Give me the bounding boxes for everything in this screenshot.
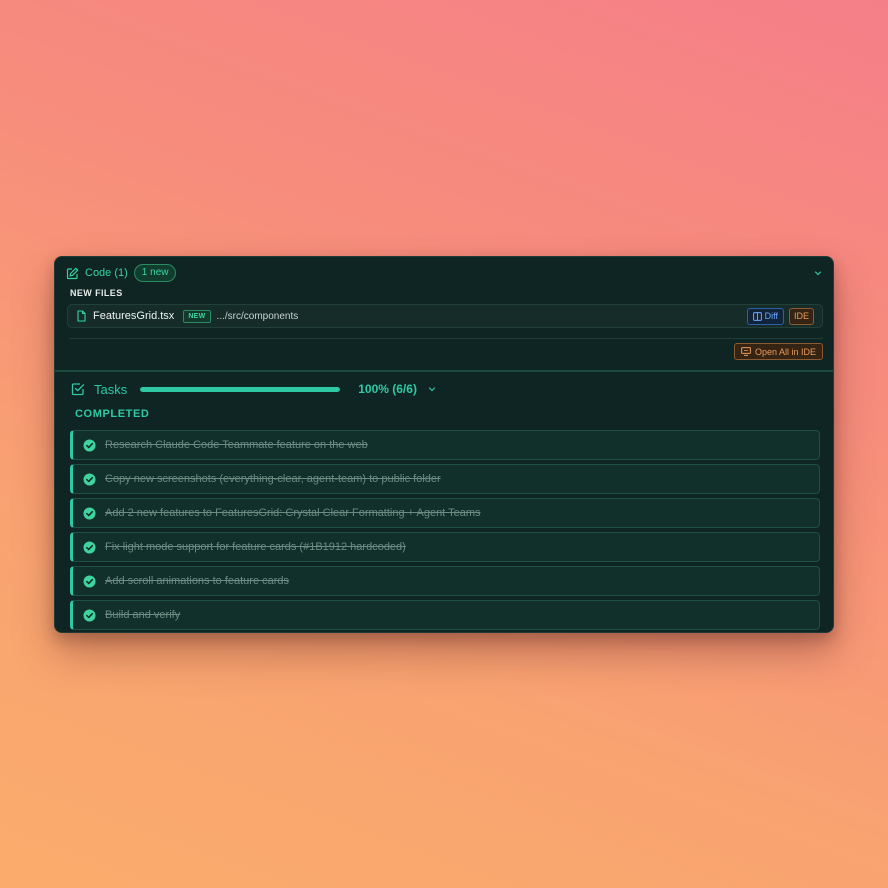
tasks-progress-fill <box>140 386 341 392</box>
task-item[interactable]: Copy new screenshots (everything-clear, … <box>70 464 820 494</box>
check-circle-icon <box>83 507 96 520</box>
file-row[interactable]: FeaturesGrid.tsx NEW .../src/components … <box>67 304 823 328</box>
tasks-progress-bar <box>140 386 341 392</box>
divider <box>69 338 823 339</box>
task-item[interactable]: Add scroll animations to feature cards <box>70 566 820 596</box>
new-count-badge: 1 new <box>133 264 177 282</box>
check-circle-icon <box>83 575 96 588</box>
chevron-down-icon[interactable] <box>813 268 823 278</box>
truncated-footer-text <box>759 631 821 632</box>
new-file-tag: NEW <box>183 309 211 323</box>
task-item[interactable]: Fix light mode support for feature cards… <box>70 532 820 562</box>
task-label: Research Claude Code Teammate feature on… <box>105 439 368 451</box>
file-name[interactable]: FeaturesGrid.tsx <box>93 310 174 322</box>
file-path: .../src/components <box>216 310 299 322</box>
completed-heading: COMPLETED <box>75 408 150 420</box>
code-section-title: Code (1) <box>85 267 128 279</box>
open-in-ide-button[interactable]: IDE <box>788 307 814 325</box>
tasks-title: Tasks <box>94 381 128 397</box>
diff-button[interactable]: Diff <box>746 307 784 325</box>
code-section-header[interactable]: Code (1) 1 new <box>66 263 823 283</box>
task-item[interactable]: Research Claude Code Teammate feature on… <box>70 430 820 460</box>
check-circle-icon <box>83 439 96 452</box>
task-label: Build and verify <box>105 609 181 621</box>
task-label: Fix light mode support for feature cards… <box>105 541 406 553</box>
task-label: Add 2 new features to FeaturesGrid: Crys… <box>105 507 481 519</box>
checkbox-icon <box>71 382 85 396</box>
section-divider <box>55 370 833 372</box>
task-item[interactable]: Build and verify <box>70 600 820 630</box>
file-icon <box>76 310 87 322</box>
monitor-icon <box>741 347 751 356</box>
open-all-label: Open All in IDE <box>754 346 816 357</box>
chevron-down-icon[interactable] <box>427 384 437 394</box>
new-files-heading: NEW FILES <box>70 288 123 298</box>
tasks-progress-text: 100% (6/6) <box>358 382 417 396</box>
tasks-section-header[interactable]: Tasks 100% (6/6) <box>71 379 437 399</box>
task-item[interactable]: Add 2 new features to FeaturesGrid: Crys… <box>70 498 820 528</box>
diff-button-label: Diff <box>764 311 778 321</box>
task-label: Copy new screenshots (everything-clear, … <box>105 473 441 485</box>
check-circle-icon <box>83 609 96 622</box>
open-all-in-ide-button[interactable]: Open All in IDE <box>733 343 823 360</box>
task-list: Research Claude Code Teammate feature on… <box>70 430 820 632</box>
check-circle-icon <box>83 473 96 486</box>
edit-icon <box>66 267 79 280</box>
check-circle-icon <box>83 541 96 554</box>
split-columns-icon <box>752 311 762 321</box>
code-tasks-panel: Code (1) 1 new NEW FILES FeaturesGrid.ts… <box>54 256 834 633</box>
task-label: Add scroll animations to feature cards <box>105 575 290 587</box>
